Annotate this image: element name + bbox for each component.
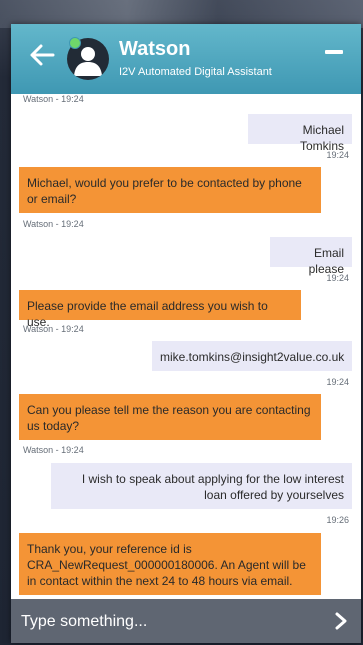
arrow-left-icon[interactable] [27,40,57,70]
chat-header: Watson I2V Automated Digital Assistant [11,24,361,94]
composer-bar [11,599,361,643]
assistant-subtitle: I2V Automated Digital Assistant [119,66,272,78]
bot-message: Michael, would you prefer to be contacte… [19,167,321,213]
chat-widget: Watson I2V Automated Digital Assistant W… [11,24,361,643]
user-message: mike.tomkins@insight2value.co.uk [152,341,352,371]
bot-message: Can you please tell me the reason you ar… [19,394,321,440]
assistant-name: Watson [119,38,191,60]
user-message: I wish to speak about applying for the l… [51,463,352,509]
bot-message: Thank you, your reference id is CRA_NewR… [19,533,321,595]
message-time: 19:24 [326,273,349,283]
online-status-dot [69,37,81,49]
message-meta: Watson - 19:24 [23,445,84,455]
message-time: 19:24 [326,377,349,387]
chevron-right-icon[interactable] [331,611,351,631]
user-message: Email please [270,237,352,276]
message-list[interactable]: Watson - 19:24 Michael Tomkins 19:24 Mic… [11,94,361,599]
minimize-icon[interactable] [325,50,343,54]
user-message: Michael Tomkins [248,114,352,153]
message-time: 19:26 [326,515,349,525]
message-meta: Watson - 19:24 [23,324,84,334]
message-meta: Watson - 19:24 [23,219,84,229]
message-meta: Watson - 19:24 [23,94,84,104]
bot-message: Please provide the email address you wis… [19,290,301,329]
message-input[interactable] [19,609,323,635]
message-time: 19:24 [326,150,349,160]
